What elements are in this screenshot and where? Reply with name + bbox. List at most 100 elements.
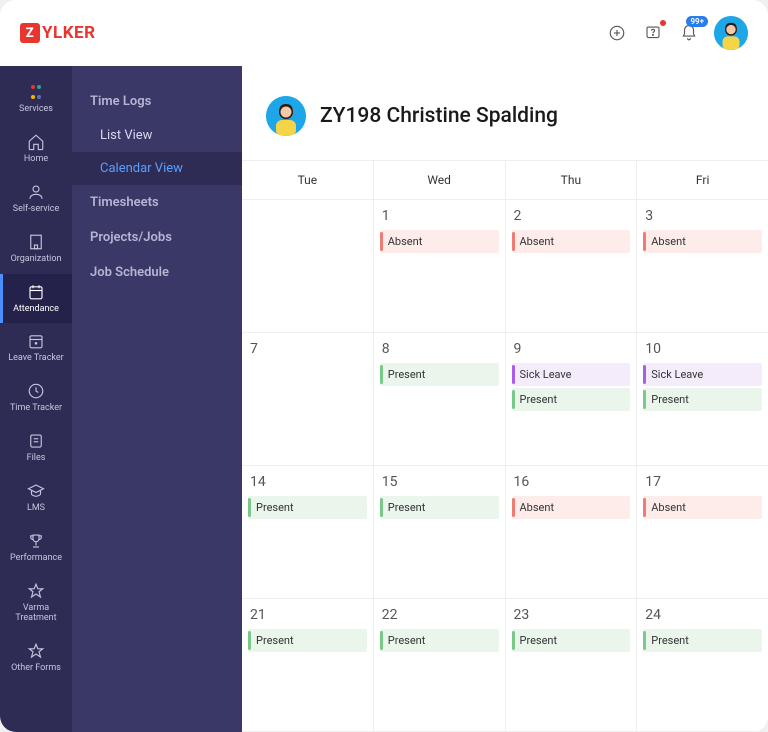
nav-label: Varma Treatment <box>2 604 70 624</box>
calendar-cell[interactable]: 3 Absent <box>637 200 768 332</box>
notification-icon[interactable]: 99+ <box>678 22 700 44</box>
subnav-group-jobschedule[interactable]: Job Schedule <box>72 255 242 290</box>
topbar: Z YLKER 99+ <box>0 0 768 66</box>
calendar-entry-absent[interactable]: Absent <box>643 496 762 519</box>
calendar-entry-present[interactable]: Present <box>512 388 631 411</box>
calendar-body: 1Absent 2 Absent 3 Absent 78 Present 9 Sick Leav… <box>242 200 768 732</box>
avatar[interactable] <box>714 16 748 50</box>
main-content: ZY198 Christine Spalding TueWedThuFri 1A… <box>242 66 768 732</box>
logo-text: YLKER <box>42 23 95 43</box>
subnav-group-timelogs[interactable]: Time Logs <box>72 84 242 119</box>
services-icon <box>29 83 43 101</box>
calendar-entry-absent[interactable]: Absent <box>512 230 631 253</box>
app-window: Z YLKER 99+ Services <box>0 0 768 732</box>
calendar-entry-present[interactable]: Present <box>380 629 499 652</box>
subnav-list-view[interactable]: List View <box>72 119 242 152</box>
nav-label: Performance <box>10 554 62 564</box>
user-avatar[interactable] <box>266 96 306 136</box>
calendar-date: 24 <box>643 607 762 623</box>
nav-performance[interactable]: Performance <box>0 523 72 573</box>
nav-files[interactable]: Files <box>0 423 72 473</box>
calendar-date: 2 <box>512 208 631 224</box>
calendar-entry-present[interactable]: Present <box>643 629 762 652</box>
add-icon[interactable] <box>606 22 628 44</box>
calendar-day-header: Thu <box>506 161 638 199</box>
calendar-entry-sick[interactable]: Sick Leave <box>512 363 631 386</box>
calendar-entry-sick[interactable]: Sick Leave <box>643 363 762 386</box>
calendar-cell[interactable]: 1Absent <box>374 200 506 332</box>
calendar-row: 78Present9Sick LeavePresent10Sick LeaveP… <box>242 333 768 466</box>
help-badge-dot <box>660 20 666 26</box>
calendar-date: 10 <box>643 341 762 357</box>
calendar-date: 3 <box>643 208 762 224</box>
nav-time-tracker[interactable]: Time Tracker <box>0 373 72 423</box>
calendar-entry-present[interactable]: Present <box>643 388 762 411</box>
notification-badge: 99+ <box>686 16 708 27</box>
calendar-date: 14 <box>248 474 367 490</box>
nav-label: Services <box>19 105 53 115</box>
clock-icon <box>27 382 45 400</box>
help-icon[interactable] <box>642 22 664 44</box>
calendar-day-header: Tue <box>242 161 374 199</box>
files-icon <box>27 432 45 450</box>
body: Services Home Self-service Organization … <box>0 66 768 732</box>
nav-leave-tracker[interactable]: Leave Tracker <box>0 323 72 373</box>
calendar-entry-absent[interactable]: Absent <box>512 496 631 519</box>
nav-label: Files <box>27 454 46 464</box>
calendar-date: 9 <box>512 341 631 357</box>
nav-self-service[interactable]: Self-service <box>0 174 72 224</box>
calendar-cell[interactable]: 9 Sick LeavePresent <box>506 333 638 465</box>
logo[interactable]: Z YLKER <box>20 23 95 43</box>
nav-label: Organization <box>11 255 62 265</box>
calendar-cell[interactable]: 2 Absent <box>506 200 638 332</box>
nav-other-forms[interactable]: Other Forms <box>0 633 72 683</box>
calendar-cell[interactable]: 22Present <box>374 599 506 731</box>
attendance-icon <box>27 283 45 301</box>
calendar-cell[interactable]: 17Absent <box>637 466 768 598</box>
user-header: ZY198 Christine Spalding <box>242 66 768 160</box>
secondary-nav: Time Logs List View Calendar View Timesh… <box>72 66 242 732</box>
nav-attendance[interactable]: Attendance <box>0 274 72 324</box>
calendar-day-header: Fri <box>637 161 768 199</box>
calendar-date: 8 <box>380 341 499 357</box>
subnav-group-projects[interactable]: Projects/Jobs <box>72 220 242 255</box>
calendar-cell[interactable] <box>242 200 374 332</box>
calendar-day-header: Wed <box>374 161 506 199</box>
calendar-icon <box>27 332 45 350</box>
calendar-entry-absent[interactable]: Absent <box>380 230 499 253</box>
calendar-row: 14 Present 15 Present 16Absent17Absent <box>242 466 768 599</box>
nav-home[interactable]: Home <box>0 124 72 174</box>
star-icon <box>27 642 45 660</box>
calendar-entry-present[interactable]: Present <box>512 629 631 652</box>
subnav-calendar-view[interactable]: Calendar View <box>72 152 242 185</box>
calendar-entry-present[interactable]: Present <box>248 629 367 652</box>
calendar-cell[interactable]: 16Absent <box>506 466 638 598</box>
calendar-header: TueWedThuFri <box>242 160 768 200</box>
calendar-cell[interactable]: 8 Present <box>374 333 506 465</box>
nav-varma-treatment[interactable]: Varma Treatment <box>0 573 72 633</box>
calendar-cell[interactable]: 10 Sick LeavePresent <box>637 333 768 465</box>
nav-organization[interactable]: Organization <box>0 224 72 274</box>
calendar-cell[interactable]: 23Present <box>506 599 638 731</box>
nav-lms[interactable]: LMS <box>0 473 72 523</box>
calendar-cell[interactable]: 21Present <box>242 599 374 731</box>
nav-label: Time Tracker <box>10 404 62 414</box>
calendar-cell[interactable]: 7 <box>242 333 374 465</box>
calendar-cell[interactable]: 14 Present <box>242 466 374 598</box>
calendar-entry-absent[interactable]: Absent <box>643 230 762 253</box>
calendar-cell[interactable]: 15 Present <box>374 466 506 598</box>
subnav-group-timesheets[interactable]: Timesheets <box>72 185 242 220</box>
calendar-entry-present[interactable]: Present <box>380 363 499 386</box>
nav-label: Self-service <box>13 205 60 215</box>
nav-label: Home <box>24 155 48 165</box>
nav-label: Other Forms <box>11 664 61 674</box>
topbar-actions: 99+ <box>606 16 748 50</box>
nav-label: LMS <box>27 504 45 514</box>
calendar-entry-present[interactable]: Present <box>380 496 499 519</box>
calendar-row: 1Absent 2 Absent 3 Absent <box>242 200 768 333</box>
calendar-entry-present[interactable]: Present <box>248 496 367 519</box>
calendar-cell[interactable]: 24 Present <box>637 599 768 731</box>
home-icon <box>27 133 45 151</box>
nav-services[interactable]: Services <box>0 74 72 124</box>
calendar-date: 15 <box>380 474 499 490</box>
